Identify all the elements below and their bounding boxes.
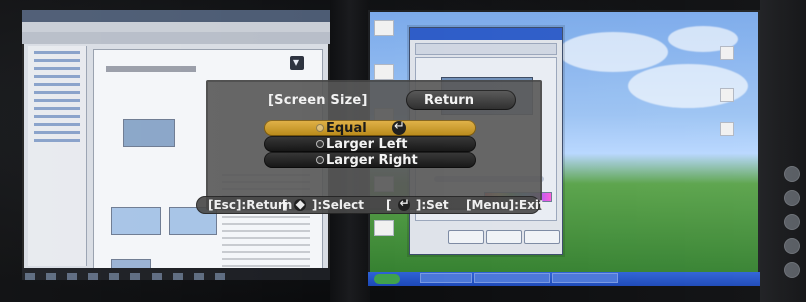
nav-line — [34, 115, 80, 118]
doc-screenshot-thumbnail — [124, 120, 174, 146]
taskbar-button — [67, 273, 78, 280]
radio-selected-icon — [316, 124, 324, 132]
taskbar-button — [172, 273, 183, 280]
nav-line — [34, 83, 80, 86]
taskbar-button — [214, 273, 225, 280]
dialog-button — [448, 230, 484, 244]
screen-size-options: Equal Larger Left Larger Right — [264, 119, 476, 168]
return-button[interactable]: Return — [406, 90, 516, 110]
desktop-icon — [720, 122, 734, 136]
help-select-suffix: ]:Select — [311, 198, 365, 212]
taskbar-button — [193, 273, 204, 280]
option-larger-right[interactable]: Larger Right — [264, 152, 476, 168]
navigation-pad-icon — [293, 197, 306, 211]
osd-help-bar: [Esc]:Return [ ]:Select [ ]:Set [Menu]:E… — [196, 196, 545, 214]
nav-line — [34, 99, 80, 102]
start-button — [374, 274, 400, 284]
dialog-titlebar — [410, 28, 562, 40]
return-button-label: Return — [424, 93, 474, 108]
nav-line — [34, 123, 80, 126]
edge-indicator — [784, 166, 800, 182]
projector-osd-panel: [Screen Size] Return Equal Larger Left L… — [206, 80, 542, 210]
desktop-icon — [374, 64, 394, 80]
doc-screenshot-thumbnail — [112, 208, 160, 234]
help-set-bracket: [ — [386, 198, 392, 212]
left-window-titlebar — [22, 10, 330, 22]
dialog-button — [524, 230, 560, 244]
help-esc: [Esc]:Return — [208, 198, 293, 212]
left-window-menubar — [22, 22, 330, 32]
option-label: Larger Left — [326, 137, 408, 152]
left-navigation-pane — [28, 46, 87, 266]
right-edge-strip — [760, 0, 806, 302]
cloud — [558, 32, 668, 72]
help-select: [ ]:Select — [282, 197, 365, 212]
nav-line — [34, 59, 80, 62]
dialog-button — [486, 230, 522, 244]
nav-line — [34, 131, 80, 134]
option-label: Equal — [326, 121, 367, 136]
projected-scene: [Screen Size] Return Equal Larger Left L… — [0, 0, 806, 302]
taskbar-button — [151, 273, 162, 280]
nav-line — [34, 91, 80, 94]
help-menu-exit: [Menu]:Exit — [466, 198, 545, 212]
osd-title: [Screen Size] — [268, 93, 368, 108]
enter-icon — [397, 196, 410, 211]
taskbar-button — [88, 273, 99, 280]
dialog-tabs — [416, 44, 556, 54]
left-document-title — [106, 66, 196, 72]
edge-indicator — [784, 262, 800, 278]
taskbar-button — [25, 273, 35, 280]
nav-line — [34, 67, 80, 70]
option-equal[interactable]: Equal — [264, 119, 476, 136]
desktop-icon — [720, 88, 734, 102]
desktop-icon — [720, 46, 734, 60]
dialog-buttons — [420, 230, 560, 244]
option-label: Larger Right — [326, 153, 418, 168]
taskbar-button — [109, 273, 120, 280]
left-taskbar — [22, 268, 330, 280]
nav-line — [34, 51, 80, 54]
option-larger-left[interactable]: Larger Left — [264, 136, 476, 152]
taskbar-task — [474, 273, 550, 283]
help-set: [ ]:Set — [386, 196, 449, 212]
taskbar-task — [420, 273, 472, 283]
desktop-icon — [374, 20, 394, 36]
nav-line — [34, 107, 80, 110]
left-document-dropdown — [290, 55, 304, 70]
radio-icon — [316, 140, 324, 148]
xp-taskbar — [368, 272, 760, 286]
left-window-toolbar — [22, 32, 330, 44]
radio-icon — [316, 156, 324, 164]
taskbar-button — [130, 273, 141, 280]
help-select-bracket: [ — [282, 198, 288, 212]
edge-indicator — [784, 238, 800, 254]
edge-indicator — [784, 190, 800, 206]
nav-line — [34, 75, 80, 78]
nav-line — [34, 139, 80, 142]
osd-header: [Screen Size] Return — [220, 90, 528, 110]
edge-indicator — [784, 214, 800, 230]
help-set-suffix: ]:Set — [415, 198, 449, 212]
taskbar-button — [46, 273, 57, 280]
enter-icon — [392, 119, 406, 135]
desktop-icon — [374, 220, 394, 236]
taskbar-task — [552, 273, 618, 283]
